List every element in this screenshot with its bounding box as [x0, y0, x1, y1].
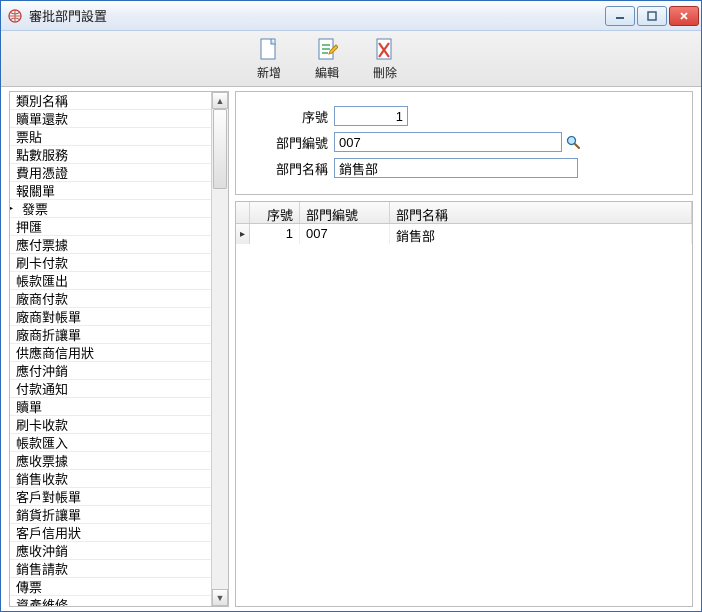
seq-input[interactable] [334, 106, 408, 126]
cell-code: 007 [300, 224, 390, 244]
category-list-pane: 類別名稱贖單還款票貼點數服務費用憑證報關單發票押匯應付票據刷卡付款帳款匯出廠商付… [9, 91, 229, 607]
add-label: 新增 [257, 64, 281, 81]
category-list[interactable]: 類別名稱贖單還款票貼點數服務費用憑證報關單發票押匯應付票據刷卡付款帳款匯出廠商付… [10, 92, 211, 606]
list-item[interactable]: 發票 [10, 200, 211, 218]
list-item[interactable]: 刷卡付款 [10, 254, 211, 272]
list-item[interactable]: 類別名稱 [10, 92, 211, 110]
list-item[interactable]: 押匯 [10, 218, 211, 236]
scroll-up-button[interactable]: ▲ [212, 92, 228, 109]
list-item[interactable]: 廠商對帳單 [10, 308, 211, 326]
list-item[interactable]: 供應商信用狀 [10, 344, 211, 362]
window-title: 審批部門設置 [29, 6, 605, 25]
list-item[interactable]: 贖單還款 [10, 110, 211, 128]
lookup-button[interactable] [564, 133, 582, 151]
list-item[interactable]: 費用憑證 [10, 164, 211, 182]
new-doc-icon [257, 36, 281, 64]
seq-label: 序號 [248, 107, 328, 126]
dept-grid: 序號 部門編號 部門名稱 ▸1007銷售部 [235, 201, 693, 607]
list-item[interactable]: 銷售收款 [10, 470, 211, 488]
list-item[interactable]: 點數服務 [10, 146, 211, 164]
cell-seq: 1 [250, 224, 300, 244]
window-buttons [605, 6, 699, 26]
col-name-header[interactable]: 部門名稱 [390, 202, 692, 223]
app-window: 審批部門設置 新增 編輯 [0, 0, 702, 612]
toolbar: 新增 編輯 刪除 [1, 31, 701, 87]
add-button[interactable]: 新增 [249, 36, 289, 81]
delete-button[interactable]: 刪除 [365, 36, 405, 81]
list-item[interactable]: 應付票據 [10, 236, 211, 254]
list-item[interactable]: 票貼 [10, 128, 211, 146]
search-icon [565, 134, 581, 150]
list-item[interactable]: 應付沖銷 [10, 362, 211, 380]
list-scrollbar[interactable]: ▲ ▼ [211, 92, 228, 606]
col-code-header[interactable]: 部門編號 [300, 202, 390, 223]
list-item[interactable]: 贖單 [10, 398, 211, 416]
title-bar: 審批部門設置 [1, 1, 701, 31]
list-item[interactable]: 客戶對帳單 [10, 488, 211, 506]
edit-doc-icon [315, 36, 339, 64]
detail-form: 序號 部門編號 部門名稱 [235, 91, 693, 195]
name-label: 部門名稱 [248, 159, 328, 178]
dept-code-input[interactable] [334, 132, 562, 152]
list-item[interactable]: 客戶信用狀 [10, 524, 211, 542]
app-icon [7, 8, 23, 24]
maximize-button[interactable] [637, 6, 667, 26]
list-item[interactable]: 帳款匯入 [10, 434, 211, 452]
list-item[interactable]: 報關單 [10, 182, 211, 200]
edit-button[interactable]: 編輯 [307, 36, 347, 81]
cell-name: 銷售部 [390, 224, 692, 244]
list-item[interactable]: 應收沖銷 [10, 542, 211, 560]
close-button[interactable] [669, 6, 699, 26]
grid-corner [236, 202, 250, 223]
col-seq-header[interactable]: 序號 [250, 202, 300, 223]
content-area: 類別名稱贖單還款票貼點數服務費用憑證報關單發票押匯應付票據刷卡付款帳款匯出廠商付… [1, 87, 701, 611]
code-label: 部門編號 [248, 133, 328, 152]
scroll-thumb[interactable] [213, 109, 227, 189]
scroll-down-button[interactable]: ▼ [212, 589, 228, 606]
list-item[interactable]: 刷卡收款 [10, 416, 211, 434]
delete-doc-icon [373, 36, 397, 64]
list-item[interactable]: 付款通知 [10, 380, 211, 398]
scroll-track[interactable] [212, 109, 228, 589]
grid-header: 序號 部門編號 部門名稱 [236, 202, 692, 224]
table-row[interactable]: ▸1007銷售部 [236, 224, 692, 244]
delete-label: 刪除 [373, 64, 397, 81]
list-item[interactable]: 傳票 [10, 578, 211, 596]
list-item[interactable]: 廠商折讓單 [10, 326, 211, 344]
list-item[interactable]: 應收票據 [10, 452, 211, 470]
detail-pane: 序號 部門編號 部門名稱 序號 [235, 91, 693, 607]
minimize-button[interactable] [605, 6, 635, 26]
list-item[interactable]: 廠商付款 [10, 290, 211, 308]
list-item[interactable]: 銷貨折讓單 [10, 506, 211, 524]
dept-name-input[interactable] [334, 158, 578, 178]
grid-body[interactable]: ▸1007銷售部 [236, 224, 692, 606]
list-item[interactable]: 銷售請款 [10, 560, 211, 578]
list-item[interactable]: 帳款匯出 [10, 272, 211, 290]
edit-label: 編輯 [315, 64, 339, 81]
row-marker: ▸ [236, 224, 250, 244]
list-item[interactable]: 資產維修 [10, 596, 211, 606]
